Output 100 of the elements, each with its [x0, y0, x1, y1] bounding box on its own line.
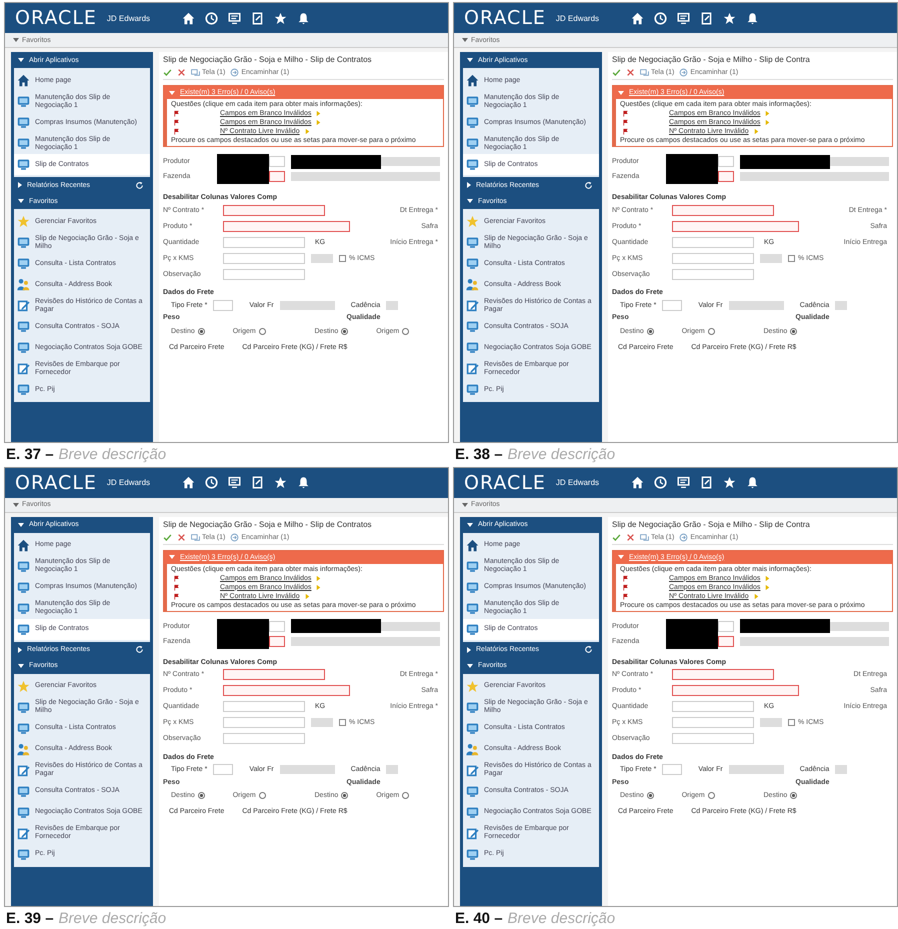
clock-icon[interactable] [654, 12, 668, 24]
input-field[interactable] [269, 156, 285, 167]
radio-button[interactable] [341, 792, 348, 799]
input-field[interactable] [672, 220, 799, 232]
refresh-icon[interactable] [584, 180, 593, 190]
caret-icon[interactable] [467, 664, 473, 668]
cancel-icon[interactable] [177, 532, 186, 542]
checkbox-box[interactable] [788, 254, 795, 262]
input-field[interactable] [672, 268, 754, 280]
input-field[interactable] [718, 620, 734, 632]
radio-button[interactable] [646, 328, 654, 334]
caret-icon[interactable] [467, 58, 473, 62]
input-field[interactable] [672, 733, 754, 744]
screen-icon[interactable] [228, 476, 242, 489]
input-field[interactable] [223, 669, 325, 680]
input-field[interactable] [223, 236, 305, 248]
ok-icon[interactable] [163, 68, 172, 77]
home-icon[interactable] [182, 476, 196, 489]
ok-icon[interactable] [612, 532, 621, 542]
input-field[interactable] [223, 701, 305, 712]
read-only-field [728, 765, 784, 774]
window-icon [640, 68, 649, 77]
radio-button[interactable] [198, 792, 205, 799]
input-field[interactable] [269, 636, 285, 646]
star-icon[interactable] [274, 12, 288, 24]
ok-icon[interactable] [612, 68, 621, 77]
radio-button[interactable] [790, 792, 798, 799]
input-field[interactable] [223, 252, 305, 264]
input-field[interactable] [718, 171, 734, 182]
checkbox-box[interactable] [339, 254, 346, 262]
input-field[interactable] [672, 701, 754, 712]
input-field[interactable] [672, 204, 774, 216]
radio-button[interactable] [646, 792, 654, 799]
document-icon[interactable] [251, 12, 264, 24]
radio-button[interactable] [198, 328, 205, 334]
screen-icon[interactable] [677, 476, 690, 489]
input-field[interactable] [223, 685, 350, 696]
input-field[interactable] [662, 764, 682, 775]
screen-icon[interactable] [677, 12, 690, 24]
bell-icon[interactable] [746, 476, 760, 489]
input-field[interactable] [718, 156, 734, 167]
home-icon[interactable] [631, 12, 644, 24]
caret-icon[interactable] [467, 182, 471, 188]
input-field[interactable] [672, 717, 754, 728]
radio-button[interactable] [341, 328, 348, 334]
cancel-icon[interactable] [626, 68, 635, 77]
document-icon[interactable] [251, 476, 264, 489]
radio-button[interactable] [258, 792, 266, 799]
document-icon[interactable] [700, 12, 714, 24]
document-icon[interactable] [700, 476, 714, 489]
radio-button[interactable] [258, 328, 266, 334]
clock-icon[interactable] [205, 476, 218, 489]
input-field[interactable] [662, 300, 682, 310]
input-field[interactable] [223, 204, 325, 216]
checkbox-box[interactable] [788, 719, 795, 726]
input-field[interactable] [223, 717, 305, 728]
radio-button[interactable] [402, 328, 410, 334]
input-field[interactable] [223, 220, 350, 232]
star-icon[interactable] [723, 476, 736, 489]
bell-icon[interactable] [297, 12, 310, 24]
cancel-icon[interactable] [177, 68, 186, 77]
input-field[interactable] [213, 300, 234, 310]
radio-button[interactable] [708, 792, 715, 799]
input-field[interactable] [718, 636, 734, 646]
home-icon[interactable] [631, 476, 644, 489]
input-field[interactable] [223, 268, 305, 280]
caret-icon[interactable] [467, 646, 471, 652]
input-field[interactable] [672, 669, 774, 680]
input-field[interactable] [672, 236, 754, 248]
input-field[interactable] [223, 733, 305, 744]
caret-icon[interactable] [18, 646, 22, 652]
screen-icon[interactable] [228, 12, 242, 24]
refresh-icon[interactable] [135, 645, 144, 654]
input-field[interactable] [269, 620, 285, 632]
caret-icon[interactable] [18, 522, 24, 526]
refresh-icon[interactable] [135, 180, 144, 190]
radio-button[interactable] [790, 328, 798, 334]
refresh-icon[interactable] [584, 645, 593, 654]
input-field[interactable] [213, 764, 234, 775]
caret-icon[interactable] [18, 199, 24, 203]
star-icon[interactable] [274, 476, 288, 489]
input-field[interactable] [269, 171, 285, 182]
bell-icon[interactable] [297, 476, 310, 489]
caret-icon[interactable] [18, 58, 24, 62]
ok-icon[interactable] [163, 532, 172, 542]
bell-icon[interactable] [746, 12, 760, 24]
star-icon[interactable] [723, 12, 736, 24]
radio-button[interactable] [708, 328, 715, 334]
checkbox-box[interactable] [339, 719, 346, 726]
caret-icon[interactable] [18, 182, 22, 188]
clock-icon[interactable] [205, 12, 218, 24]
cancel-icon[interactable] [626, 532, 635, 542]
caret-icon[interactable] [467, 199, 473, 203]
caret-icon[interactable] [467, 522, 473, 526]
home-icon[interactable] [182, 12, 196, 24]
radio-button[interactable] [402, 792, 410, 799]
caret-icon[interactable] [18, 664, 24, 668]
clock-icon[interactable] [654, 476, 668, 489]
input-field[interactable] [672, 685, 799, 696]
input-field[interactable] [672, 252, 754, 264]
